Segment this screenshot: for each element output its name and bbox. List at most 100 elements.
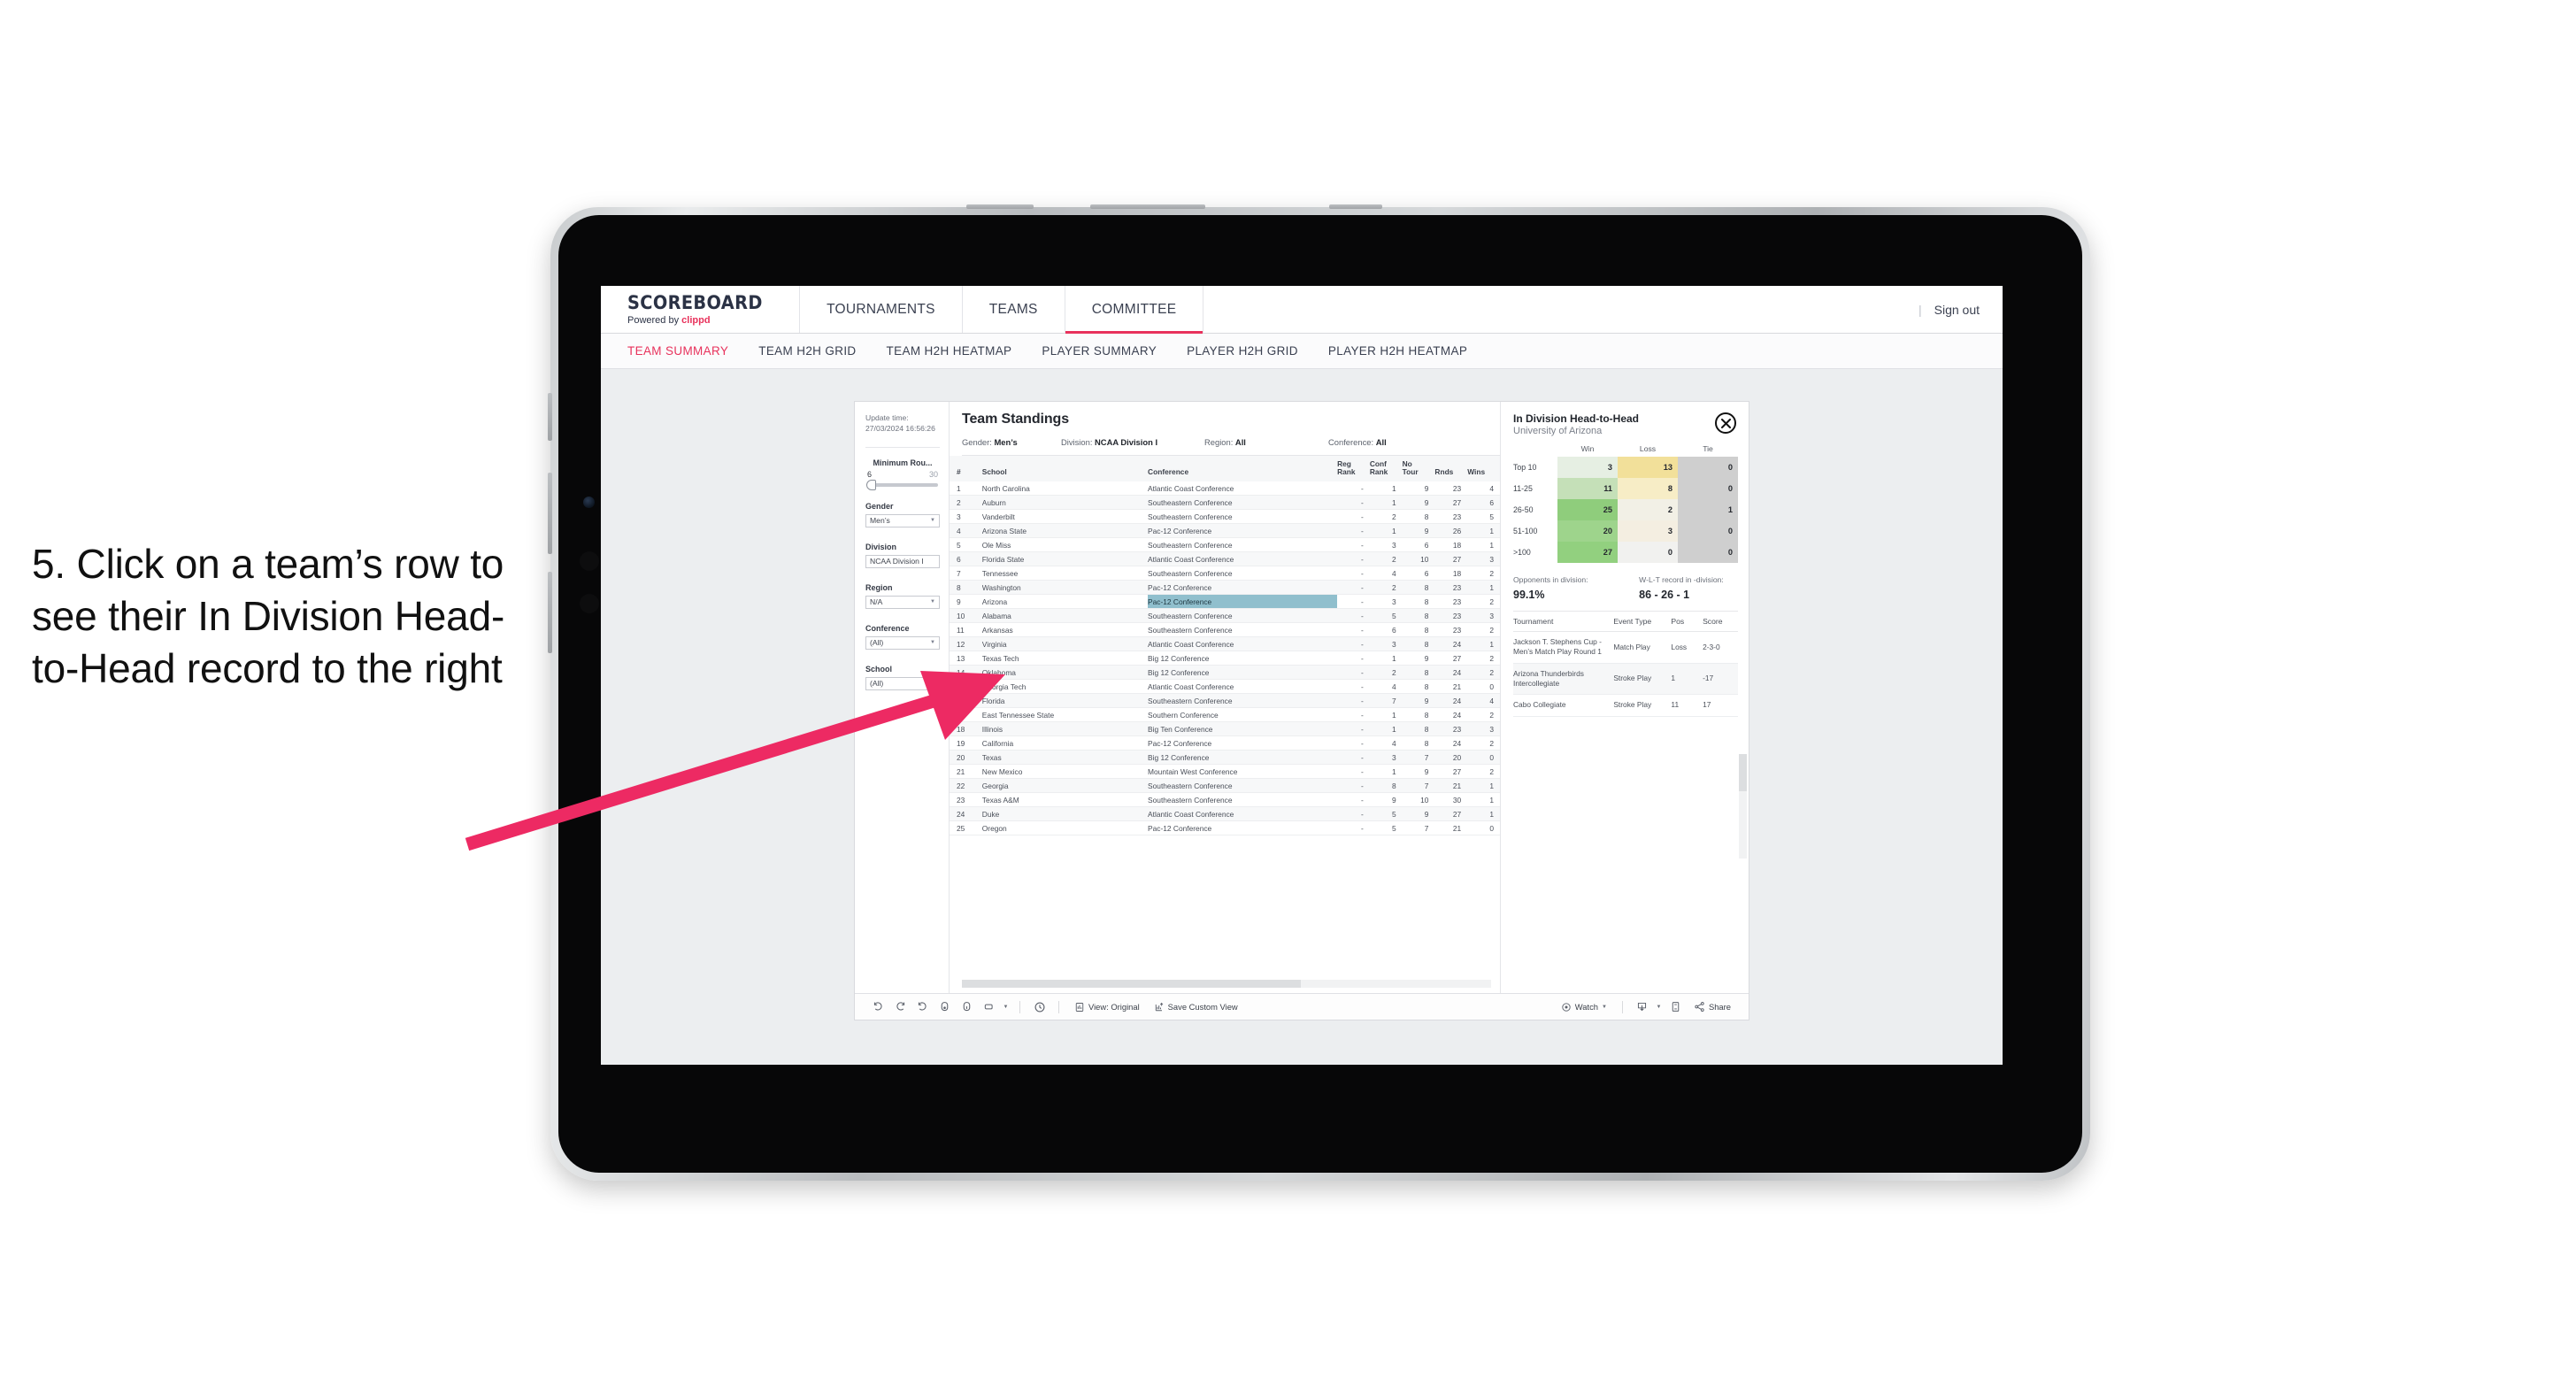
slider-handle[interactable]: [866, 479, 876, 490]
visualization-area: Update time: 27/03/2024 16:56:26 Minimum…: [601, 369, 2003, 1065]
nav-item-committee[interactable]: COMMITTEE: [1065, 286, 1204, 334]
cell-conference: Pac-12 Conference: [1148, 820, 1338, 836]
tab-team-h2h-heatmap[interactable]: TEAM H2H HEATMAP: [887, 344, 1012, 358]
tournament-row[interactable]: Arizona Thunderbirds Intercollegiate Stro…: [1513, 663, 1738, 696]
heatmap-cell: 20: [1557, 520, 1618, 542]
revert-icon[interactable]: [911, 997, 934, 1017]
table-row[interactable]: 18 Illinois Big Ten Conference -1 8 23 3: [950, 721, 1500, 737]
table-row[interactable]: 19 California Pac-12 Conference -4 8 24 2: [950, 735, 1500, 751]
cell-conference: Southeastern Conference: [1148, 693, 1338, 709]
col-score: Score: [1703, 611, 1738, 632]
filter-division-select[interactable]: NCAA Division I: [865, 554, 940, 568]
table-row[interactable]: 25 Oregon Pac-12 Conference -5 7 21 0: [950, 820, 1500, 836]
save-custom-view-button[interactable]: Save Custom View: [1147, 997, 1245, 1017]
table-row[interactable]: 4 Arizona State Pac-12 Conference -1 9 26 1: [950, 523, 1500, 539]
fullscreen-icon[interactable]: [1665, 997, 1687, 1017]
cell-conf-rank: 7: [1369, 693, 1403, 709]
table-row[interactable]: 9 Arizona Pac-12 Conference -3 8 23 2: [950, 594, 1500, 610]
nav-item-tournaments[interactable]: TOURNAMENTS: [800, 286, 963, 333]
tournament-row[interactable]: Jackson T. Stephens Cup - Men’s Match Pl…: [1513, 631, 1738, 664]
brand-logo[interactable]: SCOREBOARD Powered by clippd: [601, 286, 801, 333]
sign-out-link[interactable]: Sign out: [1934, 303, 1980, 317]
share-button[interactable]: Share: [1687, 997, 1738, 1017]
filter-school-select[interactable]: (All) ▼: [865, 676, 940, 690]
col-conf-rank: Conf Rank: [1369, 456, 1403, 482]
table-row[interactable]: 1 North Carolina Atlantic Coast Conference…: [950, 481, 1500, 497]
redo-icon[interactable]: [889, 997, 911, 1017]
download-icon[interactable]: [1631, 997, 1653, 1017]
app-top-bar: SCOREBOARD Powered by clippd TOURNAMENTS…: [601, 286, 2003, 334]
filter-region-select[interactable]: N/A ▼: [865, 595, 940, 609]
table-row[interactable]: 15 Georgia Tech Atlantic Coast Conference -…: [950, 679, 1500, 695]
col-pos: Pos: [1671, 611, 1703, 632]
cell-rnds: 24: [1434, 735, 1468, 751]
table-row[interactable]: 17 East Tennessee State Southern Conferenc…: [950, 707, 1500, 723]
chevron-down-icon[interactable]: ▼: [1653, 997, 1665, 1017]
slider-title: Minimum Rou...: [873, 458, 933, 467]
tab-player-h2h-grid[interactable]: PLAYER H2H GRID: [1187, 344, 1298, 358]
table-row[interactable]: 5 Ole Miss Southeastern Conference -3 6 18 1: [950, 537, 1500, 553]
chevron-down-icon: ▼: [930, 599, 935, 605]
tab-player-summary[interactable]: PLAYER SUMMARY: [1042, 344, 1157, 358]
tab-player-h2h-heatmap[interactable]: PLAYER H2H HEATMAP: [1328, 344, 1467, 358]
device-button-top-2: [1090, 204, 1205, 209]
cell-wins: 1: [1467, 537, 1500, 553]
scrollbar-thumb[interactable]: [962, 980, 1301, 988]
share-label: Share: [1708, 1002, 1731, 1012]
table-row[interactable]: 8 Washington Pac-12 Conference -2 8 23 1: [950, 580, 1500, 596]
tab-team-summary[interactable]: TEAM SUMMARY: [627, 344, 728, 358]
filter-gender-select[interactable]: Men’s ▼: [865, 513, 940, 527]
cell-reg-rank: -: [1337, 651, 1370, 666]
cell-school: Florida: [981, 693, 1149, 709]
chevron-down-icon[interactable]: ▼: [1000, 997, 1011, 1017]
nav-item-teams[interactable]: TEAMS: [963, 286, 1065, 333]
table-row[interactable]: 7 Tennessee Southeastern Conference -4 6 18 2: [950, 566, 1500, 581]
h2h-scrollbar-thumb[interactable]: [1739, 754, 1747, 791]
pause-icon[interactable]: [934, 997, 956, 1017]
table-row[interactable]: 2 Auburn Southeastern Conference -1 9 27 6: [950, 495, 1500, 511]
h2h-col-win: Win: [1580, 444, 1595, 453]
table-row[interactable]: 14 Oklahoma Big 12 Conference -2 8 24 2: [950, 665, 1500, 681]
cell-no-tour: 8: [1402, 721, 1435, 737]
alert-icon[interactable]: [1028, 997, 1050, 1017]
table-row[interactable]: 24 Duke Atlantic Coast Conference -5 9 27 1: [950, 806, 1500, 822]
meta-gender-value: Men’s: [994, 437, 1018, 447]
refresh-icon[interactable]: [956, 997, 978, 1017]
table-row[interactable]: 10 Alabama Southeastern Conference -5 8 23 3: [950, 608, 1500, 624]
table-row[interactable]: 12 Virginia Atlantic Coast Conference -3 8 24…: [950, 636, 1500, 652]
table-row[interactable]: 16 Florida Southeastern Conference -7 9 24 4: [950, 693, 1500, 709]
h2h-vertical-scrollbar[interactable]: [1739, 754, 1747, 859]
cell-rank: 7: [950, 566, 982, 581]
cell-rnds: 21: [1434, 820, 1468, 836]
close-icon[interactable]: [1715, 412, 1736, 434]
tournament-row[interactable]: Cabo Collegiate Stroke Play 11 17: [1513, 694, 1738, 717]
table-row[interactable]: 23 Texas A&M Southeastern Conference -9 10 30…: [950, 792, 1500, 808]
heatmap-row-label: Top 10: [1513, 457, 1557, 478]
meta-division-value: NCAA Division I: [1095, 437, 1158, 447]
cell-conf-rank: 1: [1369, 495, 1403, 511]
table-row[interactable]: 3 Vanderbilt Southeastern Conference -2 8 23 5: [950, 509, 1500, 525]
filter-conference-select[interactable]: (All) ▼: [865, 635, 940, 650]
h2h-subtitle: University of Arizona: [1513, 426, 1603, 436]
watch-button[interactable]: Watch ▼: [1554, 997, 1614, 1017]
meta-conference-value: All: [1375, 437, 1387, 447]
clippd-name: clippd: [681, 314, 711, 326]
table-row[interactable]: 13 Texas Tech Big 12 Conference -1 9 27 2: [950, 651, 1500, 666]
tab-team-h2h-grid[interactable]: TEAM H2H GRID: [758, 344, 856, 358]
undo-icon[interactable]: [867, 997, 889, 1017]
horizontal-scrollbar[interactable]: [962, 980, 1491, 988]
table-row[interactable]: 21 New Mexico Mountain West Conference -1 9 2…: [950, 764, 1500, 780]
col-school: School: [981, 456, 1149, 482]
slider-track[interactable]: [866, 479, 938, 490]
device-icon[interactable]: [978, 997, 1000, 1017]
table-row[interactable]: 20 Texas Big 12 Conference -3 7 20 0: [950, 750, 1500, 766]
cell-rank: 11: [950, 622, 982, 638]
table-row[interactable]: 11 Arkansas Southeastern Conference -6 8 23 2: [950, 622, 1500, 638]
view-original-button[interactable]: View: Original: [1067, 997, 1147, 1017]
camera-icon: [583, 497, 595, 508]
table-row[interactable]: 22 Georgia Southeastern Conference -8 7 21 1: [950, 778, 1500, 794]
table-row[interactable]: 6 Florida State Atlantic Coast Conference -…: [950, 551, 1500, 567]
cell-wins: 1: [1467, 580, 1500, 596]
heatmap-row-label: 51-100: [1513, 520, 1557, 542]
cell-school: Virginia: [981, 636, 1149, 652]
